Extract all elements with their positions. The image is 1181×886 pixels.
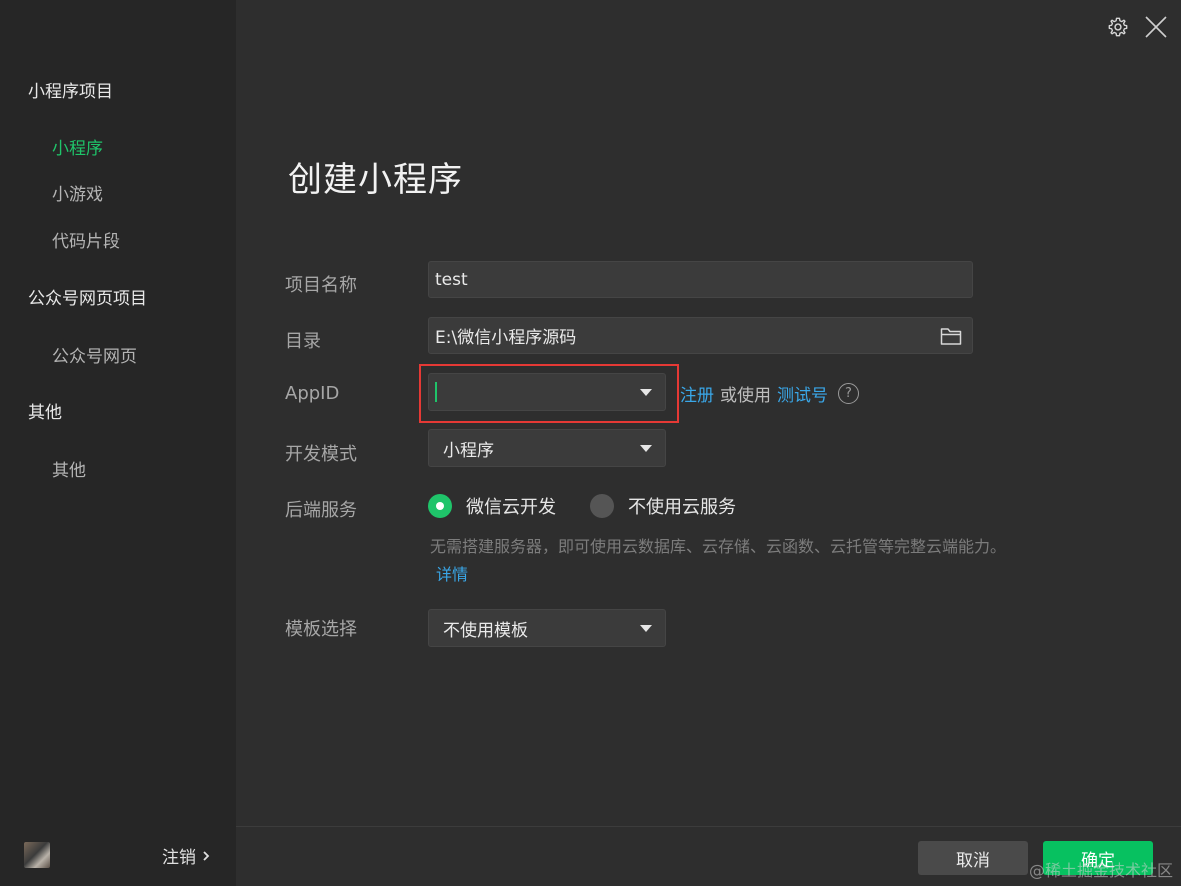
backend-description: 无需搭建服务器，即可使用云数据库、云存储、云函数、云托管等完整云端能力。 详情 [430,533,1010,589]
register-link[interactable]: 注册 [680,381,714,406]
chevron-right-icon [203,850,210,861]
radio-cloud-dev-label: 微信云开发 [466,497,556,518]
template-select[interactable]: 不使用模板 [428,609,666,647]
sidebar-item-code-snippet[interactable]: 代码片段 [52,227,120,252]
sidebar-item-minigame[interactable]: 小游戏 [52,180,103,205]
project-name-value: test [435,269,468,290]
project-name-input[interactable]: test [428,261,973,298]
dev-mode-label: 开发模式 [285,444,357,465]
details-link[interactable]: 详情 [436,565,468,584]
directory-label: 目录 [285,331,321,352]
or-use-text: 或使用 [720,386,771,406]
dev-mode-select[interactable]: 小程序 [428,429,666,467]
test-account-link[interactable]: 测试号 [777,381,828,406]
appid-select[interactable] [428,373,666,411]
dev-mode-value: 小程序 [443,440,494,461]
backend-description-text: 无需搭建服务器，即可使用云数据库、云存储、云函数、云托管等完整云端能力。 [430,537,1007,556]
caret-down-icon [640,445,652,452]
window-controls [1105,14,1169,40]
help-icon[interactable]: ? [838,383,859,404]
logout-button[interactable]: 注销 [162,843,210,868]
footer-divider [236,826,1181,827]
template-value: 不使用模板 [443,620,528,641]
folder-icon[interactable] [940,326,962,351]
radio-no-cloud[interactable]: 不使用云服务 [590,493,736,519]
project-name-label: 项目名称 [285,275,357,296]
sidebar-group-miniprogram: 小程序项目 [28,82,113,102]
sidebar-group-official-account: 公众号网页项目 [28,289,147,309]
page-title: 创建小程序 [288,160,463,200]
sidebar-item-official-webpage[interactable]: 公众号网页 [52,342,137,367]
directory-input[interactable]: E:\微信小程序源码 [428,317,973,354]
avatar[interactable] [24,842,50,868]
caret-down-icon [640,389,652,396]
radio-cloud-dev[interactable]: 微信云开发 [428,493,556,519]
radio-checked-icon[interactable] [428,494,452,518]
cancel-button[interactable]: 取消 [918,841,1028,875]
backend-label: 后端服务 [285,500,357,521]
appid-links: 注册 或使用 测试号 ? [680,381,859,406]
sidebar-group-other: 其他 [28,403,62,423]
radio-unchecked-icon[interactable] [590,494,614,518]
sidebar: 小程序项目 小程序 小游戏 代码片段 公众号网页项目 公众号网页 其他 其他 注… [0,0,236,886]
text-cursor [435,382,437,402]
backend-radio-group: 微信云开发 不使用云服务 [428,493,770,519]
sidebar-item-other[interactable]: 其他 [52,456,86,481]
radio-no-cloud-label: 不使用云服务 [628,497,736,518]
sidebar-item-miniprogram[interactable]: 小程序 [52,134,103,159]
logout-label: 注销 [162,848,196,868]
watermark: @稀土掘金技术社区 [1028,861,1173,880]
gear-icon[interactable] [1105,14,1131,40]
caret-down-icon [640,625,652,632]
close-icon[interactable] [1143,14,1169,40]
appid-label: AppID [285,383,340,404]
directory-value: E:\微信小程序源码 [435,328,577,348]
template-label: 模板选择 [285,619,357,640]
